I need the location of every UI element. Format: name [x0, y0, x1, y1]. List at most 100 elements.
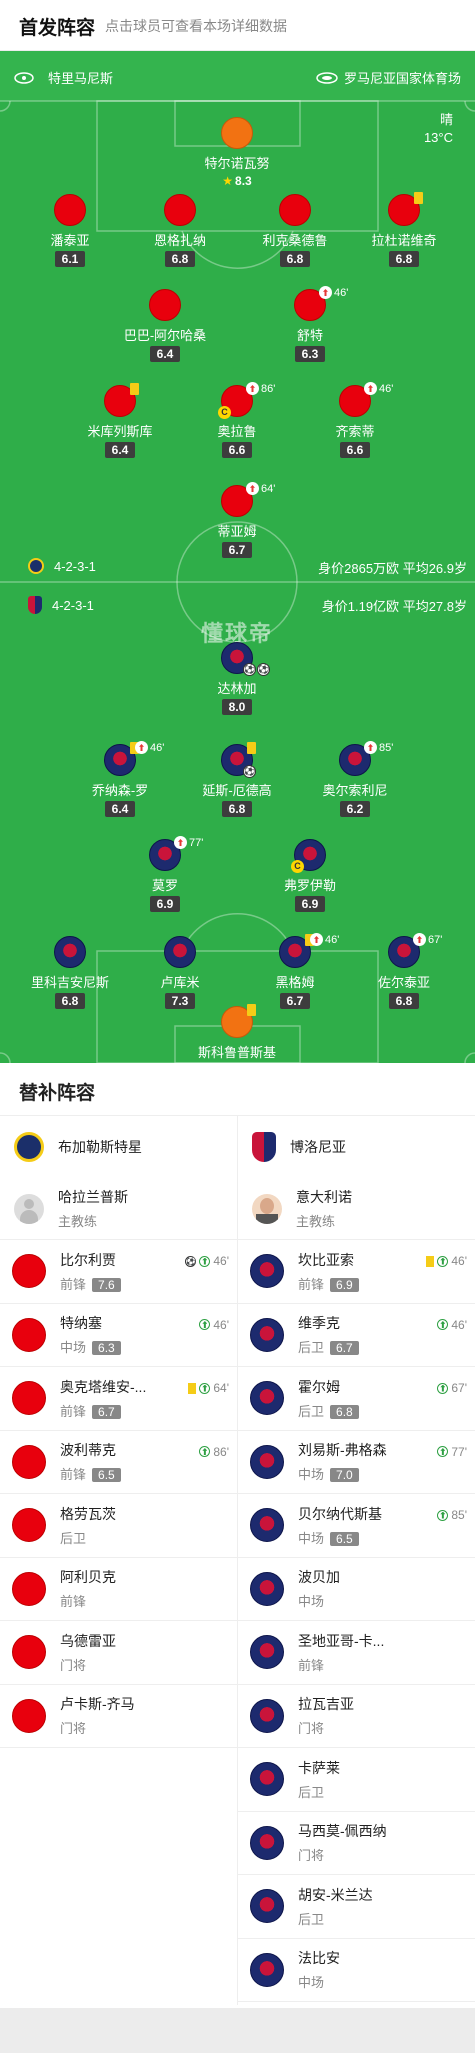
sub-player-row[interactable]: 法比安 中场: [238, 1939, 475, 2002]
sub-player-row[interactable]: 格劳瓦茨 后卫: [0, 1494, 237, 1558]
sub-out-indicator: 77': [174, 836, 203, 849]
sub-player-name: 特纳塞: [60, 1315, 102, 1332]
sub-player-row[interactable]: 马西莫-佩西纳 门将: [238, 1812, 475, 1875]
home-player[interactable]: 米库列斯库 6.4: [65, 383, 175, 459]
home-subs-team[interactable]: 布加勒斯特星: [0, 1116, 237, 1178]
rating-value: 6.8: [228, 802, 246, 816]
sub-event: 64': [188, 1381, 229, 1395]
sub-player-row[interactable]: 阿利贝克 前锋: [0, 1558, 237, 1621]
player-avatar: 77': [149, 836, 203, 871]
sub-player-row[interactable]: 波贝加 中场: [238, 1558, 475, 1621]
away-player[interactable]: 46' 黑格姆 6.7: [240, 933, 350, 1010]
sub-player-avatar: [12, 1698, 46, 1733]
sub-in-icon: [199, 1446, 211, 1457]
home-player[interactable]: 46' 舒特 6.3: [255, 286, 365, 363]
sub-player-row[interactable]: 特纳塞 中场 6.3 46': [0, 1304, 237, 1367]
home-player[interactable]: 巴巴-阿尔哈桑 6.4: [110, 289, 220, 363]
away-player[interactable]: ⚽ ⚽ 达林加 8.0: [182, 642, 292, 716]
player-avatar: 85': [339, 741, 393, 776]
sub-in-minute: 85': [451, 1508, 467, 1522]
sub-player-row[interactable]: 波利蒂克 前锋 6.5 86': [0, 1431, 237, 1494]
sub-event: 67': [437, 1381, 467, 1395]
sub-player-avatar: [250, 1952, 284, 1987]
sub-player-row[interactable]: 刘易斯-弗格森 中场 7.0 77': [238, 1431, 475, 1494]
sub-in-minute: 46': [213, 1254, 229, 1268]
player-rating: 6.7: [221, 542, 253, 558]
sub-player-row[interactable]: 贝尔纳代斯基 中场 6.5 85': [238, 1494, 475, 1558]
sub-player-row[interactable]: 坎比亚索 前锋 6.9 46': [238, 1240, 475, 1304]
away-player[interactable]: ⚽ 延斯-厄德高 6.8: [182, 742, 292, 818]
away-subs-team[interactable]: 博洛尼亚: [238, 1116, 475, 1178]
rating-value: 6.4: [111, 802, 129, 816]
player-avatar: [221, 117, 253, 149]
weather: 晴 13°C: [424, 111, 453, 147]
sub-player-row[interactable]: 胡安-米兰达 后卫: [238, 1875, 475, 1939]
venue-label: 罗马尼亚国家体育场: [316, 68, 461, 87]
sub-player-name: 卢卡斯-齐马: [60, 1696, 135, 1713]
sub-in-icon: [199, 1382, 211, 1394]
away-coach[interactable]: 意大利诺 主教练: [238, 1178, 475, 1240]
away-value: 身价1.19亿欧 平均27.8岁: [322, 596, 467, 615]
sub-player-position: 后卫: [298, 1784, 325, 1800]
player-rating: 6.9: [149, 896, 181, 912]
away-player[interactable]: 85' 奥尔索利尼 6.2: [300, 741, 410, 818]
home-coach[interactable]: 哈拉兰普斯 主教练: [0, 1178, 237, 1240]
sub-minute: 77': [189, 836, 204, 849]
home-player[interactable]: 潘泰亚 6.1: [15, 194, 125, 268]
sub-player-row[interactable]: 拉瓦吉亚 门将: [238, 1685, 475, 1748]
sub-in-icon: [437, 1446, 449, 1457]
home-subs-column: 布加勒斯特星 哈拉兰普斯 主教练 比尔利贾 前锋 7.6 ⚽ 46' 特纳塞 中场 6.3 46'…: [0, 1116, 237, 1748]
rating-value: 6.6: [346, 443, 364, 457]
sub-player-position: 后卫: [298, 1340, 325, 1356]
sub-in-minute: 67': [451, 1381, 467, 1395]
away-player[interactable]: 里科吉安尼斯 6.8: [15, 936, 125, 1010]
sub-player-name: 波利蒂克: [60, 1442, 116, 1459]
sub-player-row[interactable]: 卢卡斯-齐马 门将: [0, 1685, 237, 1748]
away-player[interactable]: 67' 佐尔泰亚 6.8: [349, 933, 459, 1010]
sub-in-minute: 64': [213, 1381, 229, 1395]
sub-arrow-icon: [246, 482, 259, 495]
sub-player-row[interactable]: 奥克塔维安-... 前锋 6.7 64': [0, 1367, 237, 1431]
sub-in-minute: 46': [451, 1254, 467, 1268]
player-rating: 6.9: [294, 896, 326, 912]
player-rating: 6.8: [388, 993, 420, 1009]
away-player[interactable]: 斯科鲁普斯基6.4: [182, 1004, 292, 1063]
substitutes-title: 替补阵容: [19, 1083, 96, 1104]
sub-player-row[interactable]: 维季克 后卫 6.7 46': [238, 1304, 475, 1367]
home-player[interactable]: 利克桑德鲁 6.8: [240, 194, 350, 268]
sub-event: 46': [199, 1318, 229, 1332]
sub-arrow-icon: [246, 382, 259, 395]
home-team-label: 特里马尼斯: [14, 68, 113, 87]
sub-player-row[interactable]: 比尔利贾 前锋 7.6 ⚽ 46': [0, 1240, 237, 1304]
rating-value: 6.9: [301, 897, 319, 911]
sub-player-position: 后卫: [298, 1911, 325, 1927]
away-coach-role: 主教练: [296, 1214, 336, 1229]
sub-player-row[interactable]: 霍尔姆 后卫 6.8 67': [238, 1367, 475, 1431]
sub-in-icon: [437, 1319, 449, 1330]
player-avatar: 64': [221, 482, 275, 517]
sub-minute: 67': [428, 933, 443, 946]
away-player[interactable]: 77' 莫罗 6.9: [110, 836, 220, 913]
away-subs-team-name: 博洛尼亚: [290, 1139, 346, 1155]
sub-player-row[interactable]: 卡萨莱 后卫: [238, 1748, 475, 1812]
sub-player-row[interactable]: 圣地亚哥-卡... 前锋: [238, 1621, 475, 1685]
sub-player-position: 前锋: [60, 1276, 87, 1292]
away-player[interactable]: 卢库米 7.3: [125, 936, 235, 1010]
away-player[interactable]: C 弗罗伊勒 6.9: [255, 839, 365, 913]
sub-player-name: 卡萨莱: [298, 1759, 340, 1776]
home-club-icon: [28, 558, 44, 574]
player-rating: 6.8: [388, 251, 420, 267]
sub-player-name: 格劳瓦茨: [60, 1505, 116, 1522]
home-player[interactable]: 拉杜诺维奇 6.8: [349, 192, 459, 268]
away-player[interactable]: 46' 乔纳森-罗 6.4: [65, 741, 175, 818]
rating-value: 6.9: [156, 897, 174, 911]
sub-player-row[interactable]: 乌德雷亚 门将: [0, 1621, 237, 1685]
home-player[interactable]: 46' 齐索蒂 6.6: [300, 382, 410, 459]
home-player[interactable]: 特尔诺瓦努 ★ 8.3: [182, 117, 292, 190]
home-player[interactable]: 恩格扎纳 6.8: [125, 194, 235, 268]
away-market-value: 身价1.19亿欧: [321, 599, 400, 614]
yellow-card-icon: [247, 742, 256, 754]
player-rating: ★ 8.3: [222, 174, 251, 188]
home-player[interactable]: 86' C 奥拉鲁 6.6: [182, 382, 292, 459]
home-player[interactable]: 64' 蒂亚姆 6.7: [182, 482, 292, 559]
